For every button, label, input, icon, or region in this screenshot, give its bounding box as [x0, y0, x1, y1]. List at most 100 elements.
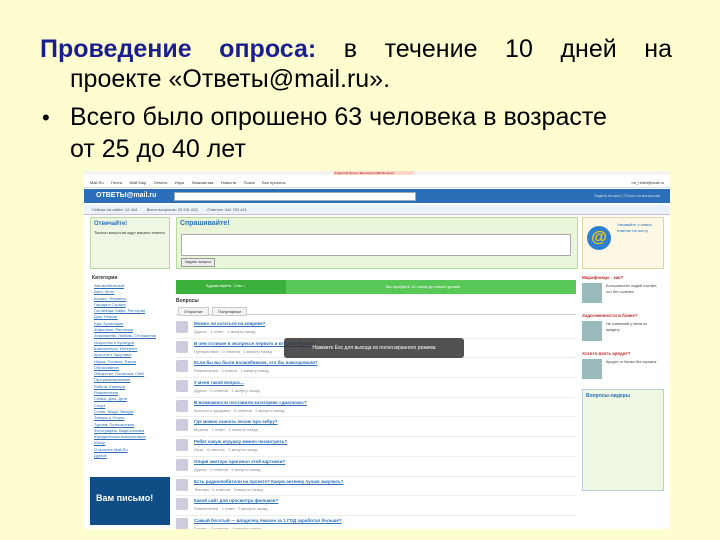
- portal-nav: Mail.Ru Почта Мой Мир Ответы Игры Знаком…: [84, 179, 670, 188]
- section-image[interactable]: [582, 321, 602, 341]
- right-section-body: Большинство людей считает, что бег полез…: [582, 281, 664, 307]
- section-image[interactable]: [582, 359, 602, 379]
- right-sections: Марафонцы - как? Большинство людей считае…: [582, 275, 664, 383]
- question-row: В возможности поставили категорию «диагн…: [176, 398, 576, 418]
- question-meta: Техника · 0 ответов · 3 минуты назад: [194, 486, 263, 492]
- section-image[interactable]: [582, 283, 602, 303]
- question-meta: Другое · 0 ответов · 1 минуту назад: [194, 388, 260, 394]
- question-meta: Другое · 0 ответов · 3 минуты назад: [194, 466, 261, 472]
- avatar[interactable]: [176, 360, 188, 373]
- question-link[interactable]: Ребят какую игрушку можно посмотреть?: [194, 439, 287, 445]
- avatar[interactable]: [176, 380, 188, 393]
- question-row: Самый богатый — владелец Амазон за 1 ГОД…: [176, 516, 576, 529]
- slide-line-1: Проведение опроса: в течение 10 дней на: [40, 34, 672, 65]
- promo-text: Вам письмо!: [96, 493, 154, 503]
- question-row: Ребят какую игрушку можно посмотреть? Игр…: [176, 437, 576, 457]
- nav-item[interactable]: Поиск: [244, 179, 255, 187]
- question-link[interactable]: Самый богатый — владелец Амазон за 1 ГОД…: [194, 518, 342, 524]
- user-email[interactable]: mr_relish@mail.ru: [631, 179, 664, 187]
- avatar[interactable]: [176, 517, 188, 529]
- question-link[interactable]: Если бы вы были волшебником, что бы нако…: [194, 360, 318, 366]
- section-text: Большинство людей считает, что бег полез…: [606, 284, 658, 294]
- level-bar: Здравствуйте, Стас ! Вы пройдёте 10 очко…: [176, 280, 576, 294]
- tab-popular[interactable]: Популярные: [212, 307, 248, 316]
- promo-banner[interactable]: Вам письмо!: [90, 477, 170, 525]
- answer-box-text: Тысячи вопросов ждут вашего ответа!: [94, 230, 165, 235]
- question-row: Можно ли кататься на коврике? Другое · 1 …: [176, 319, 576, 339]
- question-link[interactable]: Где можно скачать песню про зебру?: [194, 419, 278, 425]
- top-banner[interactable]: Открытый Пульс | Бесплатно Mail.Ru Агент: [334, 171, 414, 175]
- question-meta: Другое · 1 ответ · 1 минуту назад: [194, 329, 256, 334]
- right-section: Задолженности в банке? Не сомнений у меня…: [582, 313, 664, 345]
- right-section-body: Не сомнений у меня по кредиту: [582, 319, 664, 345]
- right-column: @ Узнавайте о новых ответах на почту Мар…: [582, 217, 664, 527]
- stats-bar: Сейчас на сайте: 12 444 Всего вопросов: …: [84, 205, 670, 215]
- nav-item[interactable]: Почта: [111, 179, 122, 187]
- nav-item[interactable]: Все проекты: [262, 179, 285, 187]
- nav-item[interactable]: Новости: [221, 179, 236, 187]
- slide-line-2: проекте «Ответы@mail.ru».: [70, 65, 391, 93]
- nav-item[interactable]: Ответы: [154, 179, 168, 187]
- nav-item[interactable]: Знакомства: [192, 179, 214, 187]
- category-list: Автомобильный Авто, Мото Бизнес, Финансы Го…: [90, 283, 170, 459]
- question-link[interactable]: У меня такой вопрос...: [194, 380, 244, 386]
- level-progress: Вы пройдёте 10 очков до нового уровня: [286, 280, 576, 294]
- question-link[interactable]: Можно ли кататься на коврике?: [194, 321, 265, 327]
- stat-online: Сейчас на сайте: 12 444: [92, 207, 138, 212]
- question-meta: Развлечения · 2 ответа · 1 минуту назад: [194, 368, 269, 374]
- ask-title: Спрашивайте!: [180, 220, 230, 227]
- level-text: Вы пройдёте 10 очков до нового уровня: [386, 284, 461, 289]
- ask-box: Спрашивайте! Задать вопрос: [176, 217, 578, 269]
- question-row: Какой сайт для просмотра фильмов? Развлеч…: [176, 496, 576, 516]
- stat-questions: Всего вопросов: 25 531 632: [146, 207, 198, 212]
- nav-item[interactable]: Игры: [175, 179, 184, 187]
- ask-button[interactable]: Задать вопрос: [181, 258, 215, 267]
- stat-answers: Ответов: 444 753 421: [207, 207, 247, 212]
- question-meta: Музыка · 1 ответ · 2 минуты назад: [194, 427, 258, 433]
- question-textarea[interactable]: [181, 234, 571, 256]
- nav-item[interactable]: Мой Мир: [129, 179, 146, 187]
- avatar[interactable]: [176, 458, 188, 471]
- site-logo[interactable]: ОТВЕТЫ@mail.ru: [96, 192, 156, 199]
- question-meta: Путешествия · 0 ответов · 1 минуту назад: [194, 348, 272, 354]
- tab-open[interactable]: Открытые: [178, 307, 209, 316]
- avatar[interactable]: [176, 321, 188, 333]
- question-link[interactable]: В возможности поставили категорию «диагн…: [194, 400, 307, 406]
- answer-box[interactable]: Отвечайте! Тысячи вопросов ждут вашего о…: [90, 217, 170, 269]
- at-sign-icon: @: [587, 226, 611, 250]
- right-section: Марафонцы - как? Большинство людей считае…: [582, 275, 664, 307]
- question-link[interactable]: Опция аватора оригинал этой картинки?: [194, 459, 285, 465]
- slide-text: Проведение опроса: в течение 10 дней на …: [0, 0, 720, 170]
- question-link[interactable]: Есть радиолюбители на проекте? Какую ант…: [194, 479, 343, 485]
- avatar[interactable]: [176, 419, 188, 432]
- question-row: Есть радиолюбители на проекте? Какую ант…: [176, 477, 576, 497]
- category-link[interactable]: Другое: [94, 453, 170, 459]
- search-input[interactable]: [174, 192, 416, 201]
- question-row: Где можно скачать песню про зебру? Музыка…: [176, 417, 576, 438]
- question-meta: Красота и здоровье · 0 ответов · 2 минут…: [194, 407, 285, 413]
- nav-item[interactable]: Mail.Ru: [90, 179, 104, 187]
- right-section: Хотите взять кредит? Кредит от банка без …: [582, 351, 664, 383]
- avatar[interactable]: [176, 340, 188, 353]
- question-row: Если бы вы были волшебником, что бы нако…: [176, 358, 576, 379]
- avatar[interactable]: [176, 399, 188, 412]
- answer-box-title: Отвечайте!: [94, 221, 128, 227]
- survey-period: в течение 10 дней на: [316, 35, 672, 63]
- avatar[interactable]: [176, 478, 188, 491]
- greeting: Здравствуйте, Стас !: [206, 283, 245, 288]
- question-meta: Развлечения · 1 ответ · 3 минуты назад: [194, 506, 268, 512]
- avatar[interactable]: [176, 498, 188, 511]
- avatar[interactable]: [176, 439, 188, 452]
- answers-ad[interactable]: @ Узнавайте о новых ответах на почту: [582, 217, 664, 269]
- question-meta: Бизнес · 0 ответов · 4 минуты назад: [194, 525, 261, 529]
- question-link[interactable]: Какой сайт для просмотра фильмов?: [194, 498, 278, 504]
- question-meta: Игры · 0 ответов · 2 минуты назад: [194, 447, 258, 453]
- question-row: Опция аватора оригинал этой картинки? Дру…: [176, 457, 576, 477]
- ad-text: Узнавайте о новых ответах на почту: [617, 222, 653, 233]
- header-links[interactable]: Задать вопрос | Поиск по вопросам: [594, 193, 660, 199]
- leaders-box: Вопросы-лидеры: [582, 389, 664, 491]
- website-screenshot: Открытый Пульс | Бесплатно Mail.Ru Агент…: [84, 171, 670, 529]
- categories-title: Категории: [92, 275, 118, 281]
- fullscreen-notice: Нажмите Esc для выхода из полноэкранного…: [284, 338, 464, 358]
- bullet-icon: •: [42, 105, 50, 130]
